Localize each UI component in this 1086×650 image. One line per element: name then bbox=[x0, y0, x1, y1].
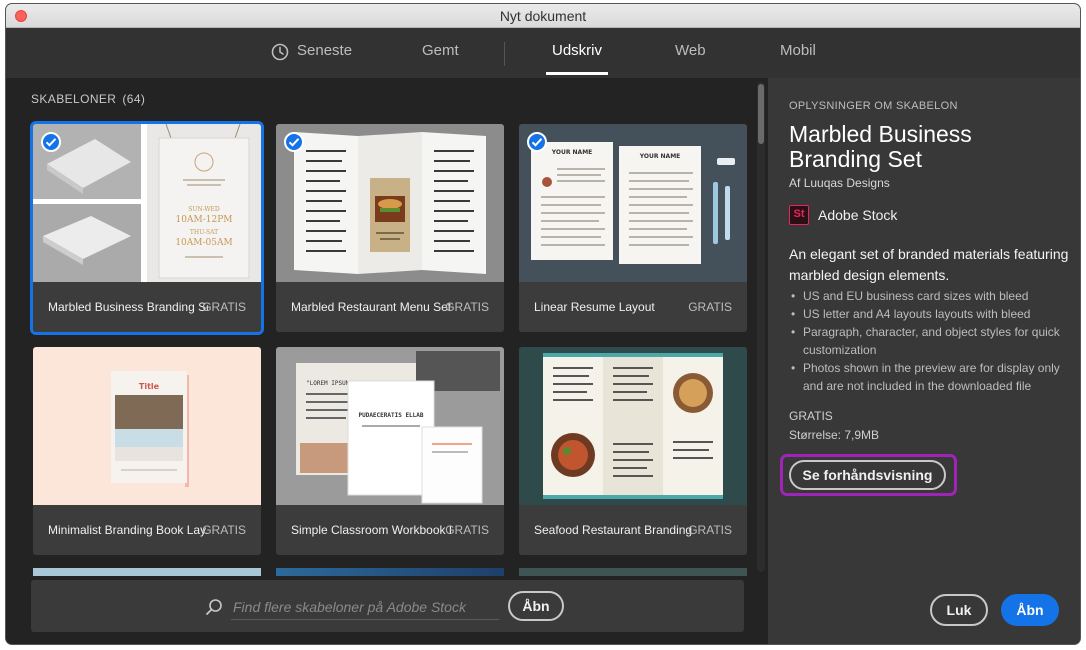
resume-name-2: YOUR NAME bbox=[639, 153, 681, 160]
search-icon bbox=[206, 599, 222, 615]
template-details-panel: OPLYSNINGER OM SKABELON Marbled Business… bbox=[768, 78, 1080, 644]
template-card-footer: Marbled Business Branding Set GRATIS bbox=[33, 282, 261, 332]
author-prefix: Af bbox=[789, 176, 801, 190]
details-section-label: OPLYSNINGER OM SKABELON bbox=[789, 100, 958, 112]
author-name: Luuqas Designs bbox=[803, 176, 890, 190]
template-card-classroom-workbook[interactable]: "LOREM IPSUM DOLOR SIT AMET" PUDAECERATI… bbox=[276, 347, 504, 555]
sign-days-1: SUN-WED bbox=[188, 206, 220, 213]
template-price: GRATIS bbox=[202, 300, 246, 314]
templates-heading: SKABELONER (64) bbox=[31, 92, 145, 106]
templates-panel: SKABELONER (64) SUN-WED 10AM-12PM THU-SA… bbox=[6, 78, 768, 644]
scrollbar-thumb[interactable] bbox=[758, 84, 764, 144]
selected-check-icon bbox=[527, 132, 547, 152]
source-name: Adobe Stock bbox=[818, 207, 898, 223]
templates-scrollbar[interactable] bbox=[757, 82, 765, 572]
stock-search-input[interactable] bbox=[231, 594, 499, 620]
details-feature-list: US and EU business card sizes with bleed… bbox=[789, 287, 1074, 395]
template-card-branding-book[interactable]: Title Minimalist Branding Book Lay... GR… bbox=[33, 347, 261, 555]
title-bar: Nyt dokument bbox=[6, 4, 1080, 28]
template-card-marbled-business[interactable]: SUN-WED 10AM-12PM THU-SAT 10AM-05AM Marb… bbox=[30, 121, 264, 335]
new-document-dialog: Nyt dokument Seneste Gemt Udskriv Web Mo… bbox=[6, 4, 1080, 644]
close-button[interactable]: Luk bbox=[930, 594, 988, 626]
template-name: Minimalist Branding Book Lay... bbox=[48, 523, 208, 537]
adobe-stock-search-bar: Åbn bbox=[31, 580, 744, 632]
template-thumbnail: Title bbox=[33, 347, 261, 505]
tab-print[interactable]: Udskriv bbox=[546, 42, 609, 75]
feature-item: Paragraph, character, and object styles … bbox=[789, 323, 1074, 359]
template-name: Seafood Restaurant Branding S... bbox=[534, 523, 694, 537]
template-thumbnail: "LOREM IPSUM DOLOR SIT AMET" PUDAECERATI… bbox=[276, 347, 504, 505]
details-size: Størrelse: 7,9MB bbox=[789, 428, 880, 442]
tab-recent[interactable]: Seneste bbox=[297, 42, 352, 59]
template-name: Marbled Business Branding Set bbox=[48, 300, 208, 314]
templates-count: (64) bbox=[122, 92, 146, 106]
sign-days-2: THU-SAT bbox=[190, 229, 218, 236]
template-name: Marbled Restaurant Menu Set bbox=[291, 300, 451, 314]
feature-item: US and EU business card sizes with bleed bbox=[789, 287, 1074, 305]
workbook-title: PUDAECERATIS ELLAB bbox=[358, 412, 423, 419]
preview-button[interactable]: Se forhåndsvisning bbox=[789, 460, 946, 490]
template-price: GRATIS bbox=[688, 523, 732, 537]
open-button[interactable]: Åbn bbox=[1001, 594, 1059, 626]
tab-web[interactable]: Web bbox=[675, 42, 706, 59]
template-thumbnail bbox=[276, 124, 504, 282]
details-description: An elegant set of branded materials feat… bbox=[789, 246, 1069, 283]
preset-tabs: Seneste Gemt Udskriv Web Mobil bbox=[6, 28, 1080, 78]
book-title: Title bbox=[139, 382, 160, 391]
feature-item: Photos shown in the preview are for disp… bbox=[789, 359, 1074, 395]
sign-hours-2: 10AM-05AM bbox=[175, 238, 232, 248]
tab-divider bbox=[504, 42, 505, 66]
tab-saved[interactable]: Gemt bbox=[422, 42, 459, 59]
template-price: GRATIS bbox=[445, 523, 489, 537]
template-card-restaurant-menu[interactable]: Marbled Restaurant Menu Set GRATIS bbox=[276, 124, 504, 332]
template-name: Linear Resume Layout bbox=[534, 300, 655, 314]
sign-hours-1: 10AM-12PM bbox=[176, 215, 233, 225]
adobe-stock-logo-icon: St bbox=[789, 205, 809, 225]
active-tab-indicator bbox=[546, 72, 609, 75]
template-card-footer: Linear Resume Layout GRATIS bbox=[519, 282, 747, 332]
template-card-footer: Simple Classroom Workbook L... GRATIS bbox=[276, 505, 504, 555]
template-name: Simple Classroom Workbook L... bbox=[291, 523, 451, 537]
template-price: GRATIS bbox=[202, 523, 246, 537]
details-title: Marbled Business Branding Set bbox=[789, 121, 972, 172]
feature-item: US letter and A4 layouts layouts with bl… bbox=[789, 305, 1074, 323]
details-author: Af Luuqas Designs bbox=[789, 176, 890, 190]
template-card-partial[interactable] bbox=[519, 568, 747, 576]
selected-check-icon bbox=[41, 132, 61, 152]
clock-icon bbox=[271, 43, 289, 61]
template-card-footer: Minimalist Branding Book Lay... GRATIS bbox=[33, 505, 261, 555]
template-card-partial[interactable] bbox=[33, 568, 261, 576]
tab-print-label: Udskriv bbox=[552, 42, 603, 59]
resume-name-1: YOUR NAME bbox=[551, 149, 593, 156]
template-card-partial[interactable] bbox=[276, 568, 504, 576]
selected-check-icon bbox=[284, 132, 304, 152]
search-open-button[interactable]: Åbn bbox=[508, 591, 564, 621]
templates-heading-label: SKABELONER bbox=[31, 92, 117, 106]
template-thumbnail: YOUR NAME YOUR NAME bbox=[519, 124, 747, 282]
details-price: GRATIS bbox=[789, 409, 833, 423]
template-card-seafood-restaurant[interactable]: Seafood Restaurant Branding S... GRATIS bbox=[519, 347, 747, 555]
template-price: GRATIS bbox=[688, 300, 732, 314]
tab-mobile[interactable]: Mobil bbox=[780, 42, 816, 59]
template-thumbnail: SUN-WED 10AM-12PM THU-SAT 10AM-05AM bbox=[33, 124, 261, 282]
template-card-footer: Seafood Restaurant Branding S... GRATIS bbox=[519, 505, 747, 555]
template-price: GRATIS bbox=[445, 300, 489, 314]
template-card-footer: Marbled Restaurant Menu Set GRATIS bbox=[276, 282, 504, 332]
template-thumbnail bbox=[519, 347, 747, 505]
template-card-linear-resume[interactable]: YOUR NAME YOUR NAME Linear Resume Layout… bbox=[519, 124, 747, 332]
window-title: Nyt dokument bbox=[499, 8, 587, 24]
